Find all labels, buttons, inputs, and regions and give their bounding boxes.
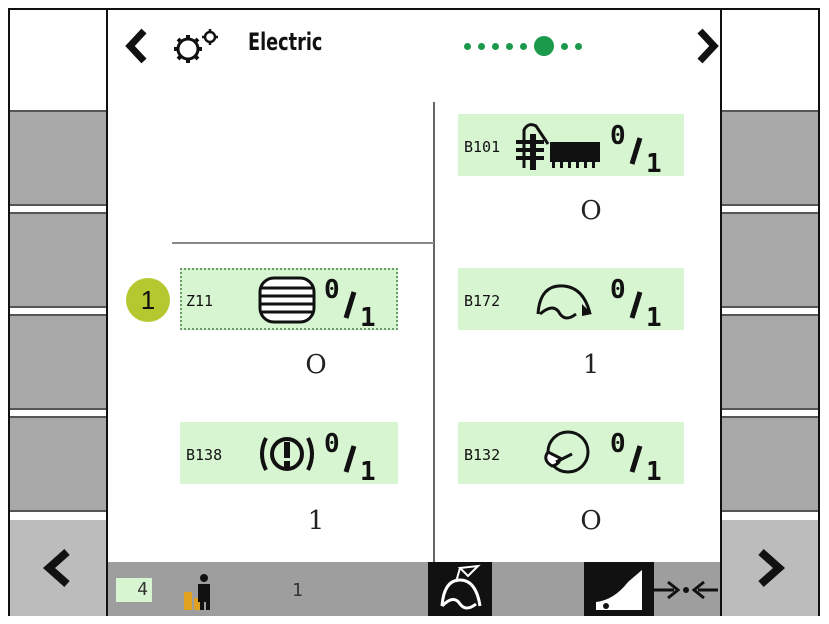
sensor-value-b172: 1	[582, 350, 600, 380]
page-dot	[464, 42, 471, 50]
operator-seat-icon	[184, 574, 210, 610]
page-dot-active	[534, 36, 554, 56]
callout-marker: 1	[126, 278, 170, 322]
right-softkey-4[interactable]	[722, 416, 818, 512]
header-tilt-function-key[interactable]	[584, 562, 654, 616]
brake-warning-icon	[260, 437, 314, 471]
page-dot	[506, 42, 513, 50]
left-softkey-3[interactable]	[10, 314, 106, 410]
page-dot	[492, 42, 499, 50]
svg-text:0: 0	[610, 429, 626, 459]
svg-text:0: 0	[324, 429, 340, 459]
rotor-icon	[544, 430, 590, 474]
sensor-value-b101: O	[580, 196, 602, 226]
svg-text:0: 0	[610, 121, 626, 151]
header-tilt-icon	[596, 570, 642, 610]
page-title: Electric	[248, 28, 323, 56]
status-bar: 4 1	[108, 562, 720, 616]
right-softkey-2[interactable]	[722, 212, 818, 308]
row-divider	[172, 242, 434, 244]
sensor-tile-b101[interactable]: B101 0 1	[458, 114, 684, 176]
chevron-right-icon	[758, 549, 786, 587]
zero-one-toggle-icon: 0 1	[610, 275, 662, 328]
sensor-code: B101	[464, 138, 501, 156]
gears-icon	[174, 29, 218, 63]
screen-header: Electric	[108, 10, 720, 102]
prev-page-chevron-icon[interactable]	[122, 26, 152, 66]
page-dot	[561, 42, 568, 50]
coil-icon	[258, 276, 316, 324]
right-softkey-blank	[722, 10, 818, 106]
sensor-code: B172	[464, 292, 501, 310]
right-softkey-1[interactable]	[722, 110, 818, 206]
page-indicator	[464, 36, 582, 56]
svg-text:1: 1	[360, 303, 376, 328]
sensor-code: B138	[186, 446, 223, 464]
left-softkey-2[interactable]	[10, 212, 106, 308]
converge-arrows-icon	[654, 580, 718, 600]
svg-text:1: 1	[360, 457, 376, 482]
display-frame: Electric Z11 0 1 O B138 0 1 1 B101 0 1 O…	[8, 8, 820, 616]
zero-one-toggle-icon: 0 1	[610, 121, 662, 174]
left-softkey-back[interactable]	[10, 520, 106, 616]
reel-icon	[536, 284, 592, 320]
left-softkey-1[interactable]	[10, 110, 106, 206]
sensor-tile-z11[interactable]: Z11 0 1	[180, 268, 398, 330]
left-softkey-4[interactable]	[10, 416, 106, 512]
sensor-value-b138: 1	[307, 506, 325, 536]
svg-text:1: 1	[646, 457, 662, 482]
column-divider	[433, 102, 435, 562]
sensor-code: B132	[464, 446, 501, 464]
gear-indicator: 4	[116, 578, 152, 602]
left-softkey-blank	[10, 10, 106, 106]
sensor-value-z11: O	[305, 350, 327, 380]
header-feeder-icon	[516, 123, 600, 170]
sensor-code: Z11	[186, 292, 214, 310]
svg-text:0: 0	[324, 275, 340, 305]
right-softkey-forward[interactable]	[722, 520, 818, 616]
page-dot	[520, 42, 527, 50]
left-softkey-column	[10, 10, 108, 616]
zero-one-toggle-icon: 0 1	[610, 429, 662, 482]
reel-function-key[interactable]	[428, 562, 492, 616]
reel-active-icon	[440, 564, 482, 610]
chevron-left-icon	[42, 549, 70, 587]
right-softkey-3[interactable]	[722, 314, 818, 410]
right-softkey-column	[720, 10, 818, 616]
zero-one-toggle-icon: 0 1	[324, 275, 376, 328]
next-page-chevron-icon[interactable]	[692, 26, 722, 66]
status-count: 1	[292, 580, 303, 601]
sensor-value-b132: O	[580, 506, 602, 536]
svg-text:1: 1	[646, 303, 662, 328]
sensor-tile-b172[interactable]: B172 0 1	[458, 268, 684, 330]
page-dot	[478, 42, 485, 50]
sensor-tile-b132[interactable]: B132 0 1	[458, 422, 684, 484]
svg-text:1: 1	[646, 149, 662, 174]
sensor-tile-b138[interactable]: B138 0 1	[180, 422, 398, 484]
svg-text:0: 0	[610, 275, 626, 305]
page-dot	[575, 42, 582, 50]
zero-one-toggle-icon: 0 1	[324, 429, 376, 482]
